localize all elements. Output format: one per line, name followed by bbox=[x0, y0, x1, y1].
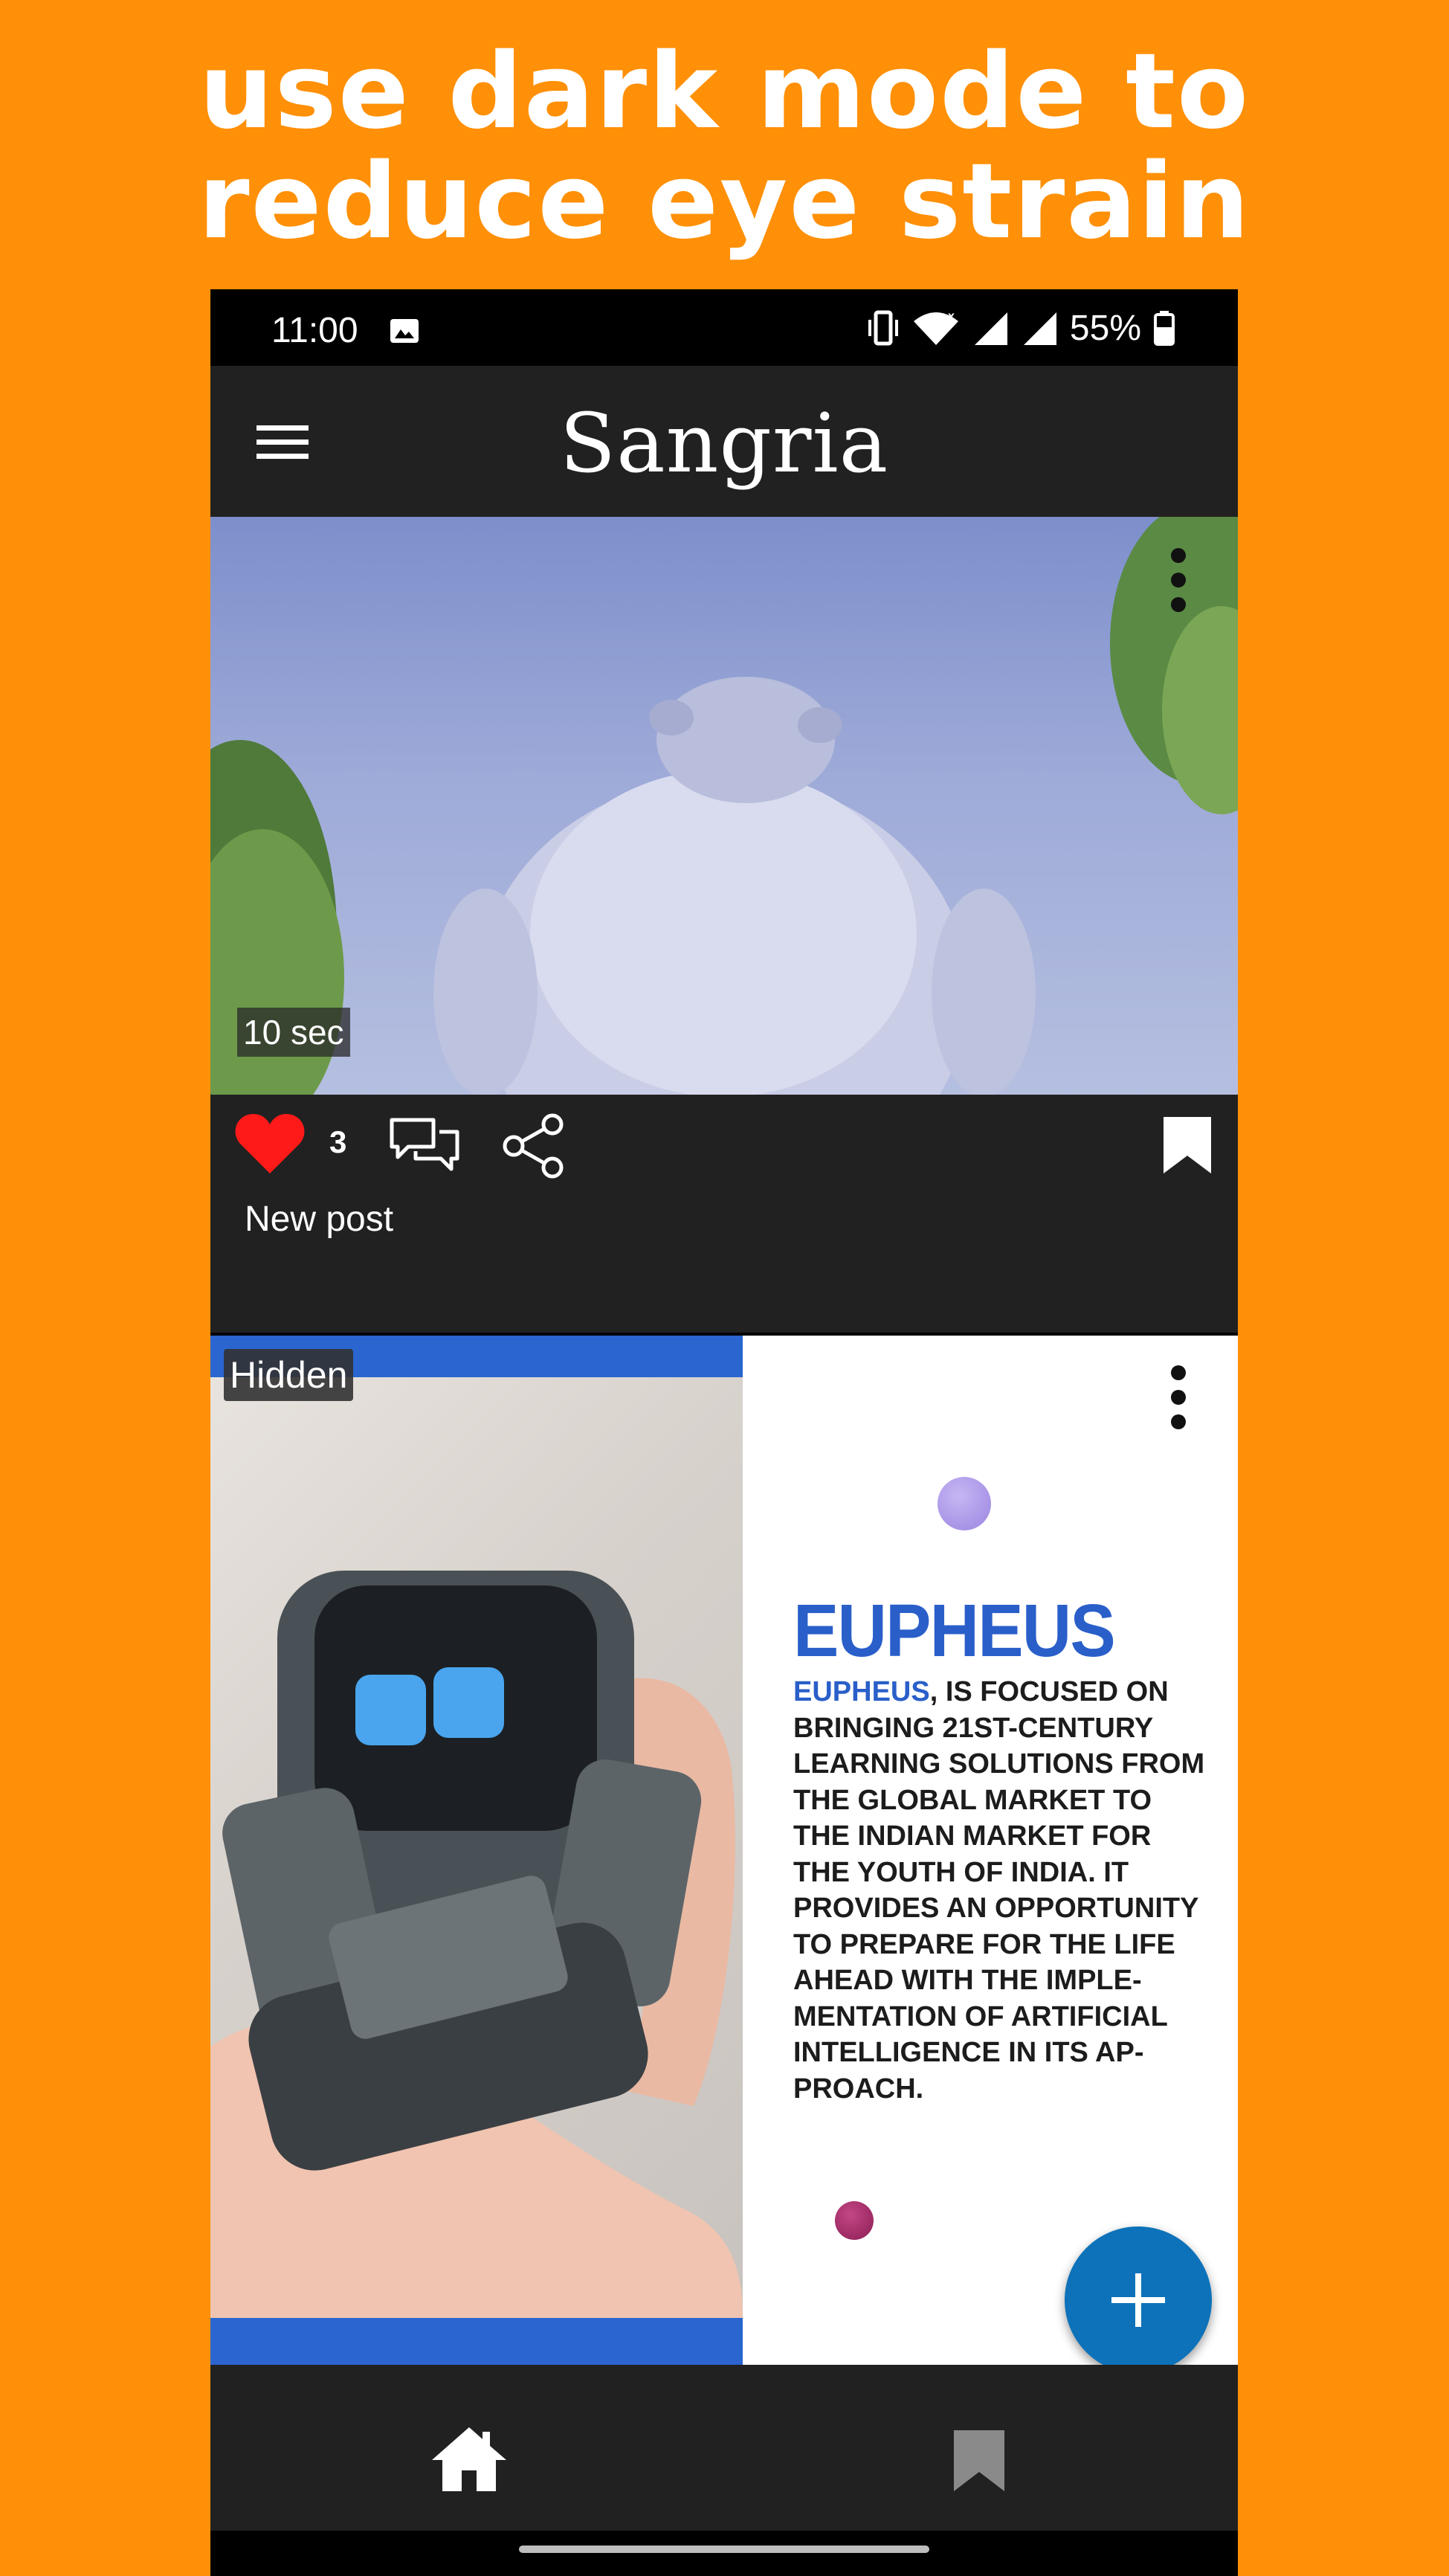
image-body-text: EUPHEUS, IS FOCUSED ON BRINGING 21ST-CEN… bbox=[793, 1674, 1210, 2107]
decorative-dot-2 bbox=[835, 2201, 874, 2240]
home-icon[interactable] bbox=[430, 2426, 508, 2493]
robot-photo bbox=[210, 1377, 743, 2318]
gesture-bar bbox=[210, 2531, 1238, 2576]
image-title: EUPHEUS bbox=[793, 1589, 1116, 1672]
photo-panel: Hidden bbox=[210, 1336, 743, 2365]
video-frame-illustration bbox=[210, 517, 1238, 1095]
app-bar: Sangria bbox=[210, 366, 1238, 517]
add-post-button[interactable] bbox=[1065, 2226, 1212, 2374]
comment-icon[interactable] bbox=[389, 1115, 460, 1175]
battery-icon bbox=[1154, 311, 1175, 346]
image-icon bbox=[390, 319, 419, 343]
robot-illustration bbox=[210, 1571, 743, 2318]
post-image[interactable]: Hidden EUPHEUS EUPHEUS, IS FOCUSED ON BR… bbox=[210, 1336, 1238, 2365]
status-bar: 11:00 x 55% bbox=[210, 289, 1238, 366]
image-body-highlight: EUPHEUS bbox=[793, 1676, 930, 1707]
status-time: 11:00 bbox=[271, 311, 358, 350]
headline-line-1: use dark mode to bbox=[199, 31, 1250, 152]
wifi-icon: x bbox=[913, 310, 958, 345]
hidden-badge: Hidden bbox=[224, 1349, 354, 1401]
like-count: 3 bbox=[329, 1124, 347, 1159]
signal-icon-2 bbox=[1023, 312, 1056, 345]
bottom-navigation bbox=[210, 2365, 1238, 2531]
heart-icon[interactable] bbox=[234, 1111, 306, 1175]
more-vert-icon-2[interactable] bbox=[1167, 1364, 1190, 1431]
svg-text:x: x bbox=[948, 310, 955, 323]
promo-headline: use dark mode to reduce eye strain bbox=[0, 37, 1449, 257]
decorative-dot bbox=[938, 1477, 991, 1530]
post-actions: 3 New post bbox=[210, 1095, 1238, 1333]
bookmark-nav-icon[interactable] bbox=[952, 2429, 1006, 2493]
share-icon[interactable] bbox=[500, 1112, 567, 1179]
more-vert-icon[interactable] bbox=[1167, 547, 1190, 614]
duration-badge: 10 sec bbox=[237, 1008, 350, 1057]
headline-line-2: reduce eye strain bbox=[198, 141, 1251, 263]
signal-icon bbox=[974, 312, 1007, 345]
bookmark-icon[interactable] bbox=[1162, 1115, 1213, 1175]
post-video-thumbnail[interactable]: 10 sec bbox=[210, 517, 1238, 1095]
phone-screen: 11:00 x 55% Sangria 10 sec 3 New post Hi… bbox=[210, 289, 1238, 2576]
battery-percent: 55% bbox=[1069, 308, 1141, 348]
status-icons: x 55% bbox=[866, 306, 1175, 350]
home-gesture-pill[interactable] bbox=[519, 2546, 929, 2553]
app-title: Sangria bbox=[559, 396, 889, 491]
vibrate-icon bbox=[868, 310, 898, 346]
text-panel: EUPHEUS EUPHEUS, IS FOCUSED ON BRINGING … bbox=[743, 1336, 1238, 2365]
image-body-rest: , IS FOCUSED ON BRINGING 21ST-CENTURY LE… bbox=[793, 1676, 1205, 2105]
plus-icon bbox=[1111, 2273, 1165, 2327]
post-caption: New post bbox=[245, 1200, 394, 1239]
